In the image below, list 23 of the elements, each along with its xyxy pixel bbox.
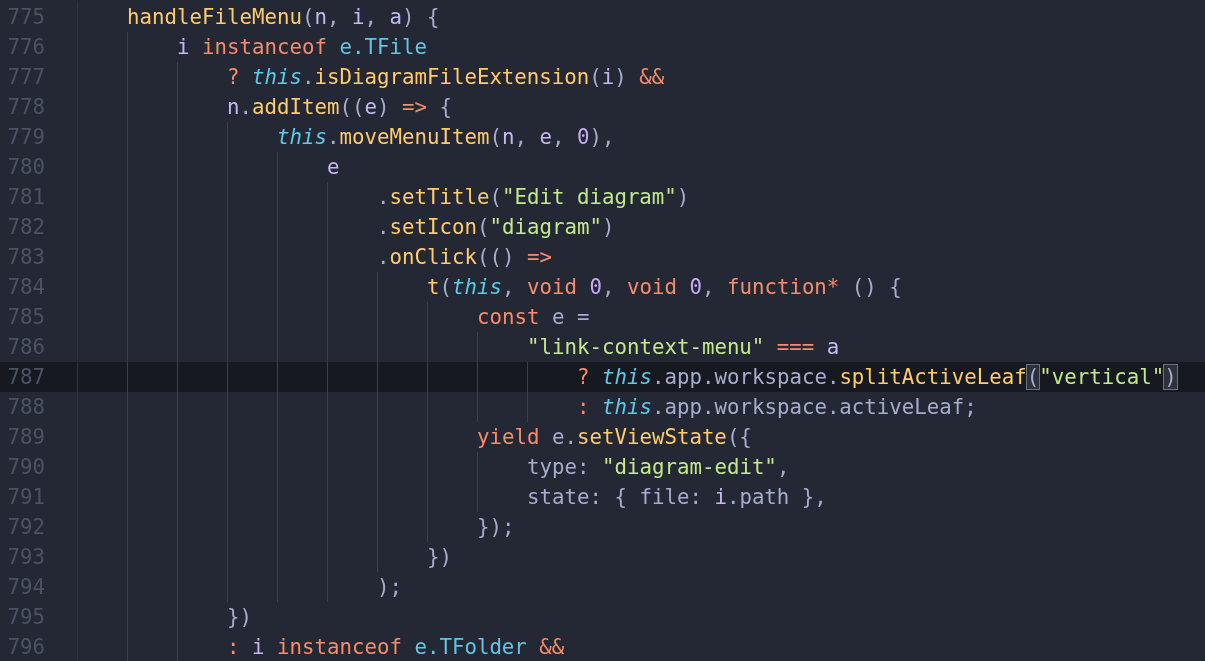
code-line: "link-context-menu" === a <box>527 335 840 359</box>
code-line: : this.app.workspace.activeLeaf; <box>577 395 977 419</box>
code-line: yield e.setViewState({ <box>477 425 752 449</box>
code-line: ); <box>377 575 402 599</box>
code-line: handleFileMenu(n, i, a) { <box>127 5 440 29</box>
code-line: this.moveMenuItem(n, e, 0), <box>277 125 615 149</box>
code-line: }) <box>427 545 452 569</box>
code-line: }) <box>227 605 252 629</box>
code-line: ? this.isDiagramFileExtension(i) && <box>227 65 665 89</box>
code-line: e <box>327 155 340 179</box>
code-line: .onClick(() => <box>377 245 552 269</box>
code-line: }); <box>477 515 515 539</box>
code-line: state: { file: i.path }, <box>527 485 827 509</box>
code-line: t(this, void 0, void 0, function* () { <box>427 275 902 299</box>
code-line: i instanceof e.TFile <box>177 35 427 59</box>
code-line: ? this.app.workspace.splitActiveLeaf("vertical") <box>577 365 1177 389</box>
code-line: type: "diagram-edit", <box>527 455 790 479</box>
code-line: const e = <box>477 305 590 329</box>
code-line: .setIcon("diagram") <box>377 215 615 239</box>
code-line: n.addItem((e) => { <box>227 95 452 119</box>
code-line: : i instanceof e.TFolder && <box>227 635 565 659</box>
code-line: .setTitle("Edit diagram") <box>377 185 690 209</box>
line-number: 787 <box>0 362 78 392</box>
